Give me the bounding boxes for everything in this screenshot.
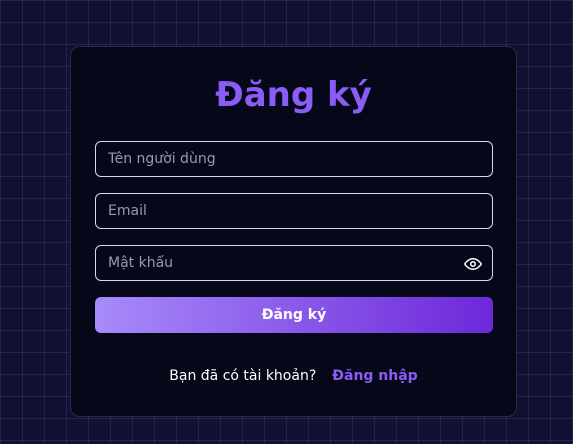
username-field-wrapper (95, 141, 493, 177)
login-question-text: Bạn đã có tài khoản? (169, 368, 317, 384)
login-prompt: Bạn đã có tài khoản? Đăng nhập (71, 367, 516, 385)
page-title: Đăng ký (215, 75, 372, 115)
register-button[interactable]: Đăng ký (95, 297, 493, 333)
login-link[interactable]: Đăng nhập (332, 368, 417, 384)
register-card: Đăng ký Đăng ký Bạn đã có tài khoản? Đăng… (70, 46, 517, 417)
eye-icon[interactable] (464, 255, 482, 273)
password-field-wrapper (95, 245, 493, 281)
password-input[interactable] (96, 246, 492, 280)
email-input[interactable] (96, 194, 492, 228)
username-input[interactable] (96, 142, 492, 176)
email-field-wrapper (95, 193, 493, 229)
